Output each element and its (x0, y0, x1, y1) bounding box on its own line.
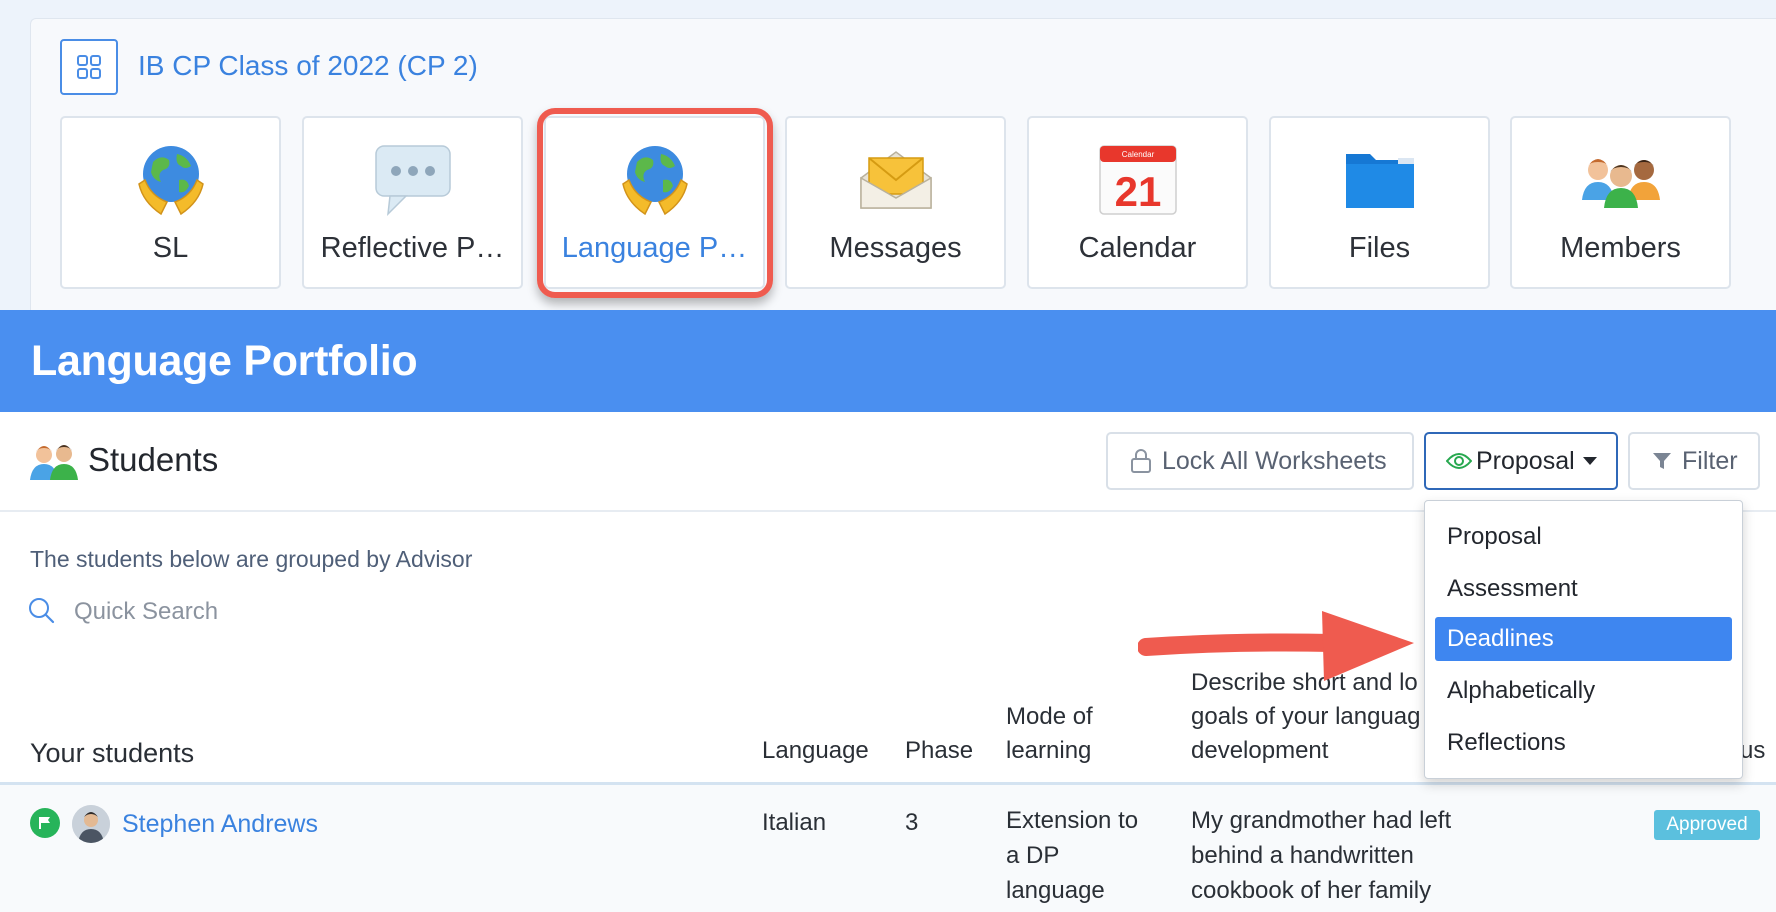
flag-icon[interactable] (30, 808, 60, 838)
view-dropdown-menu: Proposal Assessment Deadlines Alphabetic… (1424, 500, 1743, 779)
cell-mode: Extension to a DP language (1006, 803, 1138, 908)
quick-search-input[interactable] (74, 595, 434, 629)
dropdown-item-reflections[interactable]: Reflections (1435, 721, 1732, 765)
quick-search (28, 595, 448, 629)
dropdown-item-proposal[interactable]: Proposal (1435, 515, 1732, 559)
calendar-month-text: Calendar (1121, 150, 1154, 159)
column-header-mode-line: learning (1006, 737, 1092, 764)
avatar (72, 805, 110, 843)
column-header-status[interactable]: us (1740, 737, 1765, 765)
envelope-icon (787, 140, 1004, 220)
lock-icon (1131, 449, 1151, 473)
calendar-icon: Calendar 21 (1029, 140, 1246, 220)
apps-grid-button[interactable] (60, 39, 118, 95)
grouping-description: The students below are grouped by Adviso… (30, 546, 473, 572)
grid-icon (77, 55, 101, 79)
cell-mode-line: a DP (1006, 842, 1060, 869)
table-row (0, 785, 1776, 912)
speech-bubble-icon (304, 140, 521, 220)
search-icon (29, 598, 55, 624)
page-title: Language Portfolio (31, 337, 418, 385)
cell-goals-line: cookbook of her family (1191, 877, 1432, 904)
calendar-day-text: 21 (1114, 168, 1161, 215)
tile-reflective-portfolio[interactable]: Reflective P… (302, 116, 523, 289)
students-icon (30, 445, 78, 480)
view-select-button[interactable]: Proposal (1424, 432, 1618, 490)
lock-all-worksheets-label: Lock All Worksheets (1162, 446, 1387, 475)
tile-calendar[interactable]: Calendar 21 Calendar (1027, 116, 1248, 289)
tile-label: Calendar (1078, 232, 1197, 264)
tile-files[interactable]: Files (1269, 116, 1490, 289)
view-select-label: Proposal (1476, 446, 1575, 475)
tile-label: Files (1348, 232, 1411, 264)
students-title: Students (88, 441, 219, 478)
tile-members[interactable]: Members (1510, 116, 1731, 289)
lock-all-worksheets-button[interactable]: Lock All Worksheets (1106, 432, 1414, 490)
chevron-down-icon (1582, 457, 1597, 465)
dropdown-item-alphabetically[interactable]: Alphabetically (1435, 669, 1732, 713)
tile-label: Reflective P… (320, 232, 505, 264)
cell-language: Italian (762, 809, 827, 836)
status-badge: Approved (1654, 810, 1760, 840)
column-header-language[interactable]: Language (762, 734, 869, 768)
filter-button[interactable]: Filter (1628, 432, 1760, 490)
people-group-icon (1512, 140, 1729, 220)
annotation-arrow (1138, 611, 1414, 681)
tile-messages[interactable]: Messages (785, 116, 1006, 289)
column-header-mode-line: Mode of (1006, 703, 1093, 730)
student-name-link[interactable]: Stephen Andrews (122, 810, 318, 839)
dropdown-item-assessment[interactable]: Assessment (1435, 567, 1732, 611)
tile-label: Members (1560, 232, 1681, 264)
cell-mode-line: Extension to (1006, 807, 1139, 834)
eye-icon (1446, 453, 1472, 469)
cell-mode-line: language (1006, 877, 1105, 904)
cell-goals-line: My grandmother had left (1191, 807, 1452, 834)
filter-icon (1653, 453, 1671, 469)
annotation-highlight-box (537, 108, 773, 298)
tile-sl[interactable]: SL (60, 116, 281, 289)
class-title[interactable]: IB CP Class of 2022 (CP 2) (138, 50, 478, 82)
column-header-phase[interactable]: Phase (905, 734, 973, 768)
dropdown-item-deadlines[interactable]: Deadlines (1435, 617, 1732, 661)
tile-label: Messages (829, 232, 962, 264)
column-header-goals-line: goals of your languag (1191, 703, 1421, 730)
filter-label: Filter (1682, 446, 1738, 475)
cell-goals[interactable]: My grandmother had left behind a handwri… (1191, 803, 1451, 908)
cell-goals-line: behind a handwritten (1191, 842, 1414, 869)
column-header-goals-line: development (1191, 737, 1329, 764)
folder-icon (1271, 140, 1488, 220)
cell-phase: 3 (905, 809, 919, 836)
tile-label: SL (152, 232, 189, 264)
globe-hands-icon (62, 140, 279, 220)
column-header-mode[interactable]: Mode of learning (1006, 700, 1093, 768)
table-group-header: Your students (30, 738, 195, 768)
